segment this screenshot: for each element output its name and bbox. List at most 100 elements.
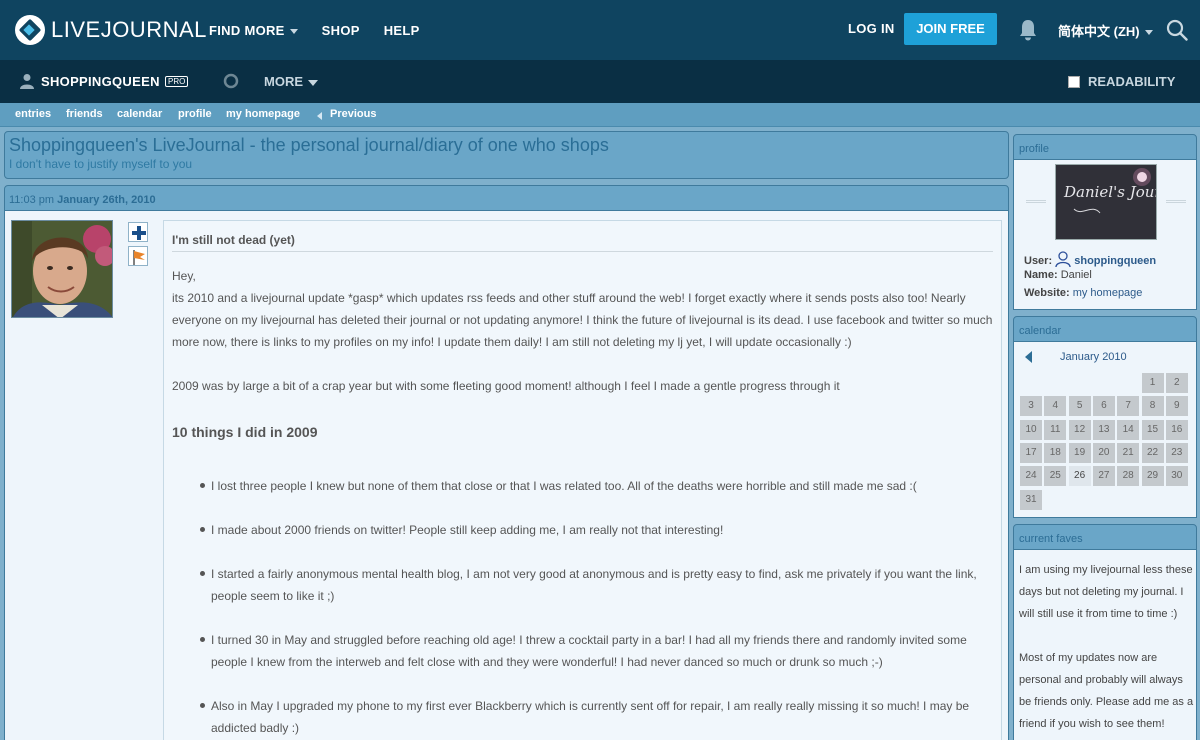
list-item: I started a fairly anonymous mental heal… [211, 567, 977, 603]
join-free-button[interactable]: JOIN FREE [904, 13, 997, 45]
calendar-month[interactable]: January 2010 [1060, 351, 1127, 363]
top-header: LIVEJOURNAL FIND MORE SHOP HELP LOG IN J… [0, 0, 1200, 60]
flag-icon [133, 250, 145, 265]
calendar-day: 7 [1117, 396, 1140, 417]
readability-label: READABILITY [1088, 74, 1176, 89]
calendar-day: 4 [1044, 396, 1067, 417]
calendar-day: 5 [1068, 396, 1091, 417]
calendar-day: 10 [1020, 419, 1042, 440]
entry-list-heading: 10 things I did in 2009 [172, 424, 318, 440]
search-icon[interactable] [1166, 19, 1188, 41]
chevron-down-icon [1144, 30, 1153, 36]
journal-title-box: Shoppingqueen's LiveJournal - the person… [4, 131, 1009, 179]
profile-picture[interactable]: Daniel's Journal [1055, 164, 1185, 240]
nav-my-homepage[interactable]: my homepage [226, 108, 300, 120]
bell-icon[interactable] [1018, 19, 1038, 41]
calendar-day: 9 [1165, 396, 1188, 417]
list-item: I turned 30 in May and struggled before … [211, 633, 967, 669]
profile-username-link[interactable]: shoppingqueen [1074, 255, 1156, 267]
list-item: I made about 2000 friends on twitter! Pe… [211, 523, 724, 537]
pro-badge: PRO [165, 76, 189, 87]
calendar-day: 3 [1020, 396, 1042, 417]
divider [1166, 200, 1186, 203]
faves-paragraph: I am using my livejournal less these day… [1019, 564, 1193, 620]
calendar-day: 16 [1165, 419, 1188, 440]
calendar-day: 31 [1020, 489, 1042, 510]
faves-heading: current faves [1013, 524, 1197, 550]
calendar-day: 12 [1068, 419, 1091, 440]
nav-shop[interactable]: SHOP [322, 23, 360, 38]
profile-name-line: Name: Daniel [1024, 269, 1092, 281]
add-to-memories-button[interactable] [128, 222, 148, 242]
livejournal-logo[interactable]: LIVEJOURNAL [15, 14, 207, 46]
profile-picture-image: Daniel's Journal [1056, 165, 1185, 239]
flag-entry-button[interactable] [128, 246, 148, 266]
userpic [11, 220, 113, 318]
profile-picture-text: Daniel's Journal [1063, 183, 1156, 201]
list-item: I lost three people I knew but none of t… [211, 479, 917, 493]
entry-paragraph: its 2010 and a livejournal update *gasp*… [172, 291, 993, 349]
nav-entries[interactable]: entries [15, 108, 51, 120]
calendar-day: 22 [1141, 442, 1164, 463]
entry-paragraph: 2009 was by large a bit of a crap year b… [172, 379, 840, 393]
plus-icon [132, 226, 146, 240]
profile-box: Daniel's Journal User: shoppingqueen Nam… [1013, 160, 1197, 310]
bullet-icon [200, 637, 208, 645]
calendar-day: 15 [1141, 419, 1164, 440]
calendar-day: 23 [1165, 442, 1188, 463]
entry-paragraph: Hey, [172, 269, 196, 283]
faves-paragraph: Most of my updates now are personal and … [1019, 652, 1194, 730]
entry-date[interactable]: January 26th, 2010 [57, 194, 155, 206]
calendar-heading-label: calendar [1019, 325, 1062, 337]
nav-help[interactable]: HELP [384, 23, 420, 38]
calendar-day: 27 [1092, 466, 1115, 487]
divider [1026, 200, 1046, 203]
list-item: Also in May I upgraded my phone to my fi… [211, 699, 970, 735]
nav-calendar[interactable]: calendar [117, 108, 162, 120]
calendar-day: 19 [1068, 442, 1091, 463]
previous-arrow-icon[interactable] [317, 112, 322, 120]
login-link[interactable]: LOG IN [848, 21, 895, 36]
readability-toggle[interactable]: READABILITY [1068, 74, 1175, 89]
bullet-icon [200, 527, 208, 535]
chevron-down-icon [289, 28, 298, 34]
nav-profile[interactable]: profile [178, 108, 212, 120]
calendar-day: 29 [1141, 466, 1164, 487]
calendar-box: January 2010 1 2 3 4 5 6 7 8 9 10 11 12 13 14 15 16 17 18… [1013, 342, 1197, 518]
bullet-icon [200, 703, 208, 711]
calendar-day: 6 [1092, 396, 1115, 417]
nav-previous[interactable]: Previous [330, 108, 376, 120]
calendar-day[interactable]: 26 [1068, 466, 1091, 487]
bullet-icon [200, 483, 208, 491]
journal-username[interactable]: SHOPPINGQUEEN [41, 74, 160, 89]
profile-heading-label: profile [1019, 143, 1049, 155]
journal-user-bar: SHOPPINGQUEEN PRO MORE READABILITY [0, 60, 1200, 103]
name-label: Name: [1024, 269, 1058, 281]
nav-find-more[interactable]: FIND MORE [209, 23, 298, 38]
calendar-prev-icon[interactable] [1025, 351, 1032, 363]
journal-nav: entries friends calendar profile my home… [0, 103, 1200, 127]
profile-user-line: User: shoppingqueen [1024, 251, 1156, 268]
profile-heading: profile [1013, 134, 1197, 160]
journal-title[interactable]: Shoppingqueen's LiveJournal - the person… [9, 135, 609, 156]
profile-website-link[interactable]: my homepage [1073, 287, 1143, 299]
logo-text: LIVEJOURNAL [51, 17, 207, 42]
calendar-day: 30 [1165, 466, 1188, 487]
website-label: Website: [1024, 287, 1070, 299]
entry-post: I'm still not dead (yet) Hey, its 2010 a… [163, 220, 1002, 740]
userpic-image [12, 221, 112, 317]
calendar-day: 11 [1044, 419, 1067, 440]
user-head-icon[interactable] [1055, 251, 1071, 268]
language-selector[interactable]: 简体中文 (ZH) [1058, 21, 1153, 40]
readability-checkbox[interactable] [1068, 75, 1080, 88]
calendar-day: 24 [1020, 466, 1042, 487]
calendar-day: 20 [1092, 442, 1115, 463]
calendar-heading: calendar [1013, 316, 1197, 342]
faves-box: I am using my livejournal less these day… [1013, 550, 1197, 740]
entry-header: 11:03 pm January 26th, 2010 [4, 185, 1009, 211]
nav-friends[interactable]: friends [66, 108, 103, 120]
calendar-day: 2 [1165, 373, 1188, 393]
calendar-day: 14 [1117, 419, 1140, 440]
more-menu[interactable]: MORE [264, 74, 318, 89]
profile-name: Daniel [1060, 269, 1092, 281]
